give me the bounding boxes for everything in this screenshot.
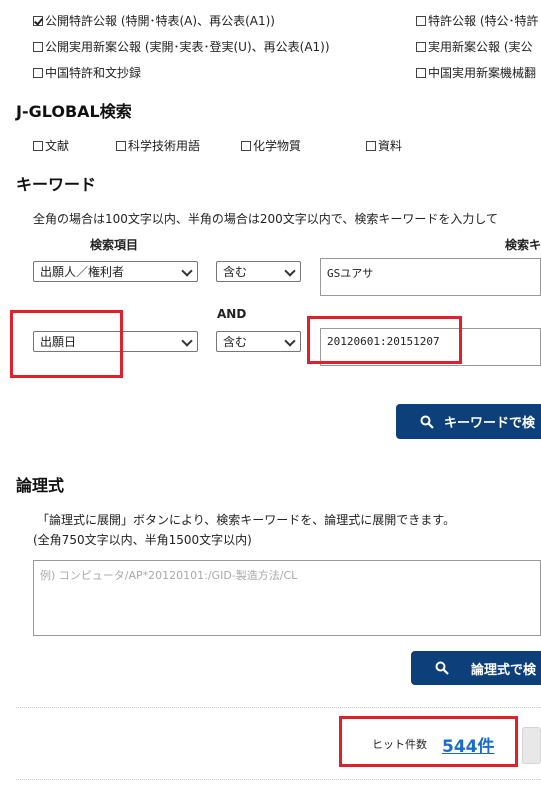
checkbox-checked-icon[interactable]	[33, 15, 43, 26]
logic-title: 論理式	[16, 476, 65, 495]
jglobal-option-materials[interactable]: 資料	[366, 137, 402, 154]
highlight-field-select	[10, 310, 123, 378]
checkbox-label: 文献	[45, 139, 70, 153]
search-icon	[435, 661, 449, 675]
chevron-down-icon	[284, 335, 296, 347]
textarea-placeholder: 例) コンピュータ/AP*20120101:/GID-製造方法/CL	[40, 569, 298, 582]
checkbox-label: 公開実用新案公報 (実開･実表･登実(U)、再公表(A1))	[45, 40, 330, 54]
select-value: 含む	[223, 335, 248, 349]
keyword-description: 全角の場合は100文字以内、半角の場合は200文字以内で、検索キーワードを入力し…	[33, 212, 498, 226]
field-select-1[interactable]: 出願人／権利者	[33, 261, 198, 282]
chevron-down-icon	[181, 335, 193, 347]
checkbox-china-utility[interactable]: 中国実用新案機械翻	[416, 64, 536, 81]
checkbox-label: 資料	[378, 139, 403, 153]
checkbox-icon[interactable]	[241, 140, 251, 151]
checkbox-icon[interactable]	[33, 41, 43, 52]
checkbox-label: 科学技術用語	[128, 139, 201, 153]
logic-description: 「論理式に展開」ボタンにより、検索キーワードを、論理式に展開できます。	[37, 513, 456, 527]
checkbox-label: 公開特許公報 (特開･特表(A)、再公表(A1))	[45, 14, 275, 28]
logic-textarea[interactable]: 例) コンピュータ/AP*20120101:/GID-製造方法/CL	[33, 560, 541, 636]
checkbox-china-patent[interactable]: 中国特許和文抄録	[33, 64, 141, 81]
logic-search-button[interactable]: 論理式で検	[411, 651, 541, 685]
divider	[16, 779, 541, 780]
button-label: キーワードで検	[444, 416, 536, 431]
checkbox-label: 中国実用新案機械翻	[428, 66, 537, 80]
button-label: 論理式で検	[471, 662, 537, 678]
checkbox-icon[interactable]	[416, 15, 426, 26]
operator-select-2[interactable]: 含む	[216, 331, 301, 352]
jglobal-option-chemicals[interactable]: 化学物質	[241, 137, 301, 154]
operator-select-1[interactable]: 含む	[216, 261, 301, 282]
checkbox-label: 実用新案公報 (実公	[428, 40, 533, 54]
keyword-search-button[interactable]: キーワードで検	[396, 404, 541, 439]
keyword-input-1[interactable]: GSユアサ	[320, 258, 541, 296]
logic-limit-note: (全角750文字以内、半角1500文字以内)	[33, 533, 252, 547]
chevron-down-icon	[181, 265, 193, 277]
checkbox-published-utility[interactable]: 公開実用新案公報 (実開･実表･登実(U)、再公表(A1))	[33, 38, 330, 55]
checkbox-icon[interactable]	[33, 67, 43, 78]
divider	[16, 707, 541, 708]
checkbox-utility-gazette[interactable]: 実用新案公報 (実公	[416, 38, 533, 55]
select-value: 出願人／権利者	[40, 265, 125, 279]
select-value: 含む	[223, 265, 248, 279]
connector-label: AND	[217, 307, 247, 321]
checkbox-icon[interactable]	[416, 41, 426, 52]
column-header-keyword: 検索キ	[505, 238, 541, 252]
column-header-item: 検索項目	[90, 238, 139, 252]
jglobal-option-terms[interactable]: 科学技術用語	[116, 137, 200, 154]
jglobal-option-literature[interactable]: 文献	[33, 137, 69, 154]
jglobal-title: J-GLOBAL検索	[16, 102, 132, 121]
input-value: GSユアサ	[327, 267, 374, 280]
chevron-down-icon	[284, 265, 296, 277]
checkbox-icon[interactable]	[33, 140, 43, 151]
checkbox-published-patent[interactable]: 公開特許公報 (特開･特表(A)、再公表(A1))	[33, 12, 275, 29]
checkbox-icon[interactable]	[366, 140, 376, 151]
checkbox-patent-gazette[interactable]: 特許公報 (特公･特許	[416, 12, 539, 29]
checkbox-label: 化学物質	[253, 139, 302, 153]
checkbox-label: 中国特許和文抄録	[45, 66, 142, 80]
keyword-title: キーワード	[16, 175, 97, 194]
checkbox-label: 特許公報 (特公･特許	[428, 14, 539, 28]
checkbox-icon[interactable]	[116, 140, 126, 151]
highlight-date-input	[307, 316, 462, 364]
highlight-hit-count	[339, 716, 518, 767]
search-icon	[420, 415, 434, 429]
list-display-button[interactable]	[522, 727, 541, 764]
checkbox-icon[interactable]	[416, 67, 426, 78]
